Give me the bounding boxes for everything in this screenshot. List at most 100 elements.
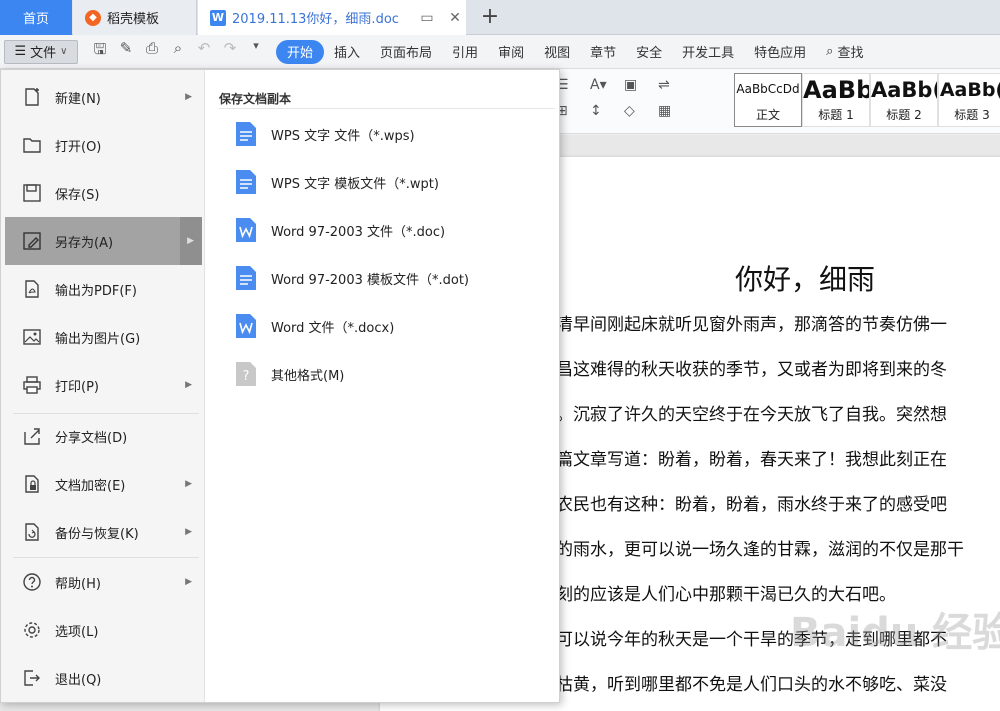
tab-document[interactable]: W 2019.11.13你好，细雨.doc ▭ ✕	[198, 0, 466, 35]
ribbon-tab-security[interactable]: 安全	[626, 40, 672, 64]
tab-home[interactable]: 首页	[0, 0, 72, 35]
menu-item-label: 新建(N)	[55, 91, 101, 107]
style-name: 正文	[755, 108, 780, 122]
file-menu-label: 文件	[30, 46, 57, 61]
menu-item-open[interactable]: 打开(O)	[5, 121, 202, 169]
style-heading-2[interactable]: AaBb( 标题 2	[870, 73, 938, 127]
word-template-icon	[235, 265, 257, 291]
style-heading-3[interactable]: AaBb( 标题 3	[938, 73, 1000, 127]
save-as-docx[interactable]: Word 文件（*.docx)	[205, 302, 559, 350]
menu-item-label: 选项(L)	[55, 624, 99, 640]
save-as-wps[interactable]: WPS 文字 文件（*.wps)	[205, 110, 559, 158]
file-menu-list: 新建(N) ▶ 打开(O) 保存(S) 另存为(A) ▶ 输出为PDF(F) 输…	[1, 70, 205, 702]
save-as-dot[interactable]: Word 97-2003 模板文件（*.dot)	[205, 254, 559, 302]
ribbon-tab-review[interactable]: 审阅	[488, 40, 534, 64]
save-icon	[21, 182, 43, 204]
menu-item-save[interactable]: 保存(S)	[5, 169, 202, 217]
save-as-label: Word 97-2003 模板文件（*.dot)	[271, 272, 470, 288]
save-as-label: Word 文件（*.docx)	[271, 320, 395, 336]
document-line: 篇文章写道：盼着，盼着，春天来了！我想此刻正在	[556, 450, 947, 470]
ribbon-tab-home[interactable]: 开始	[276, 39, 325, 64]
close-tab-icon[interactable]: ✕	[444, 10, 466, 26]
menu-item-label: 另存为(A)	[55, 235, 114, 251]
menu-item-encrypt[interactable]: 文档加密(E) ▶	[5, 460, 202, 508]
save-as-label: WPS 文字 文件（*.wps)	[271, 128, 415, 144]
submenu-title: 保存文档副本	[219, 92, 292, 106]
wps-template-icon	[235, 169, 257, 195]
ribbon-tab-section[interactable]: 章节	[580, 40, 626, 64]
file-menu-button[interactable]: ☰ 文件 ∨	[4, 39, 78, 64]
new-doc-icon	[21, 86, 43, 108]
style-heading-1[interactable]: AaBb 标题 1	[802, 73, 870, 127]
style-normal[interactable]: AaBbCcDd 正文	[734, 73, 802, 127]
print-icon	[21, 374, 43, 396]
distribute-icon[interactable]: ⊞	[556, 103, 590, 119]
save-as-label: WPS 文字 模板文件（*.wpt)	[271, 176, 439, 192]
unknown-format-icon: ?	[235, 361, 257, 387]
ribbon-tab-view[interactable]: 视图	[534, 40, 580, 64]
help-icon	[21, 571, 43, 593]
menu-item-export-pdf[interactable]: 输出为PDF(F)	[5, 265, 202, 313]
menu-item-options[interactable]: 选项(L)	[5, 606, 202, 654]
style-name: 标题 1	[818, 108, 854, 122]
borders-icon[interactable]: ▦	[658, 103, 692, 119]
ribbon-tab-references[interactable]: 引用	[442, 40, 488, 64]
main-toolbar: ☰ 文件 ∨ 🖫 ✎ ⎙ ⌕ ↶ ↷ ▾ 开始 插入 页面布局 引用 审阅 视图…	[0, 35, 1000, 69]
window-mode-icon[interactable]: ▭	[416, 10, 438, 26]
menu-item-help[interactable]: 帮助(H) ▶	[5, 558, 202, 606]
format-painter-icon[interactable]: ✎	[116, 39, 136, 64]
style-gallery: AaBbCcDd 正文 AaBb 标题 1 AaBb( 标题 2 AaBb( 标…	[734, 73, 1000, 127]
save-as-other[interactable]: ? 其他格式(M)	[205, 350, 559, 398]
tab-home-label: 首页	[22, 12, 49, 27]
style-sample: AaBb	[803, 76, 869, 104]
save-as-wpt[interactable]: WPS 文字 模板文件（*.wpt)	[205, 158, 559, 206]
fill-color-icon[interactable]: ◇	[624, 103, 658, 119]
menu-item-label: 备份与恢复(K)	[55, 526, 139, 542]
hamburger-icon: ☰	[14, 44, 27, 59]
submenu-arrow-icon: ▶	[187, 236, 194, 246]
menu-item-label: 打印(P)	[55, 379, 99, 395]
pdf-icon	[21, 278, 43, 300]
style-name: 标题 2	[886, 108, 922, 122]
menu-item-export-image[interactable]: 输出为图片(G)	[5, 313, 202, 361]
menu-item-label: 输出为图片(G)	[55, 331, 141, 347]
daoke-logo-icon: ◆	[85, 9, 101, 26]
menu-item-label: 帮助(H)	[55, 576, 101, 592]
tab-template[interactable]: ◆ 稻壳模板	[73, 0, 197, 35]
save-icon[interactable]: 🖫	[90, 39, 110, 64]
menu-item-save-as[interactable]: 另存为(A) ▶	[5, 217, 202, 265]
print-icon[interactable]: ⎙	[142, 39, 162, 64]
customize-icon[interactable]: ▾	[246, 39, 266, 64]
menu-item-new[interactable]: 新建(N) ▶	[5, 73, 202, 121]
ribbon-tab-insert[interactable]: 插入	[324, 40, 370, 64]
style-name: 标题 3	[954, 108, 990, 122]
menu-item-share[interactable]: 分享文档(D)	[5, 412, 202, 460]
print-preview-icon[interactable]: ⌕	[168, 39, 188, 64]
save-as-icon	[21, 230, 43, 252]
file-menu: 新建(N) ▶ 打开(O) 保存(S) 另存为(A) ▶ 输出为PDF(F) 输…	[0, 69, 560, 703]
font-size-icon[interactable]: A▾	[590, 77, 624, 93]
redo-icon[interactable]: ↷	[220, 39, 240, 64]
undo-icon[interactable]: ↶	[194, 39, 214, 64]
line-tools-icon[interactable]: ⇌	[658, 77, 692, 93]
search-button[interactable]: ⌕ 查找	[816, 40, 873, 64]
watermark: Baidu 经验	[790, 610, 1000, 656]
align-icon[interactable]: ☰	[556, 77, 590, 93]
document-line: 清早间刚起床就听见窗外雨声，那滴答的节奏仿佛一	[556, 315, 947, 335]
new-tab-button[interactable]: +	[478, 4, 502, 29]
search-label: 查找	[837, 46, 864, 61]
menu-item-label: 分享文档(D)	[55, 430, 128, 446]
chevron-down-icon: ∨	[60, 46, 68, 57]
folder-icon	[21, 134, 43, 156]
menu-item-exit[interactable]: 退出(Q)	[5, 654, 202, 702]
ribbon-tab-features[interactable]: 特色应用	[744, 40, 816, 64]
char-border-icon[interactable]: ▣	[624, 77, 658, 93]
menu-item-label: 输出为PDF(F)	[55, 283, 137, 299]
save-as-doc[interactable]: Word 97-2003 文件（*.doc)	[205, 206, 559, 254]
writer-logo-icon: W	[210, 9, 226, 26]
menu-item-backup[interactable]: 备份与恢复(K) ▶	[5, 508, 202, 556]
menu-item-print[interactable]: 打印(P) ▶	[5, 361, 202, 409]
line-spacing-icon[interactable]: ↕	[590, 103, 624, 119]
ribbon-tab-developer[interactable]: 开发工具	[672, 40, 744, 64]
ribbon-tab-layout[interactable]: 页面布局	[370, 40, 442, 64]
